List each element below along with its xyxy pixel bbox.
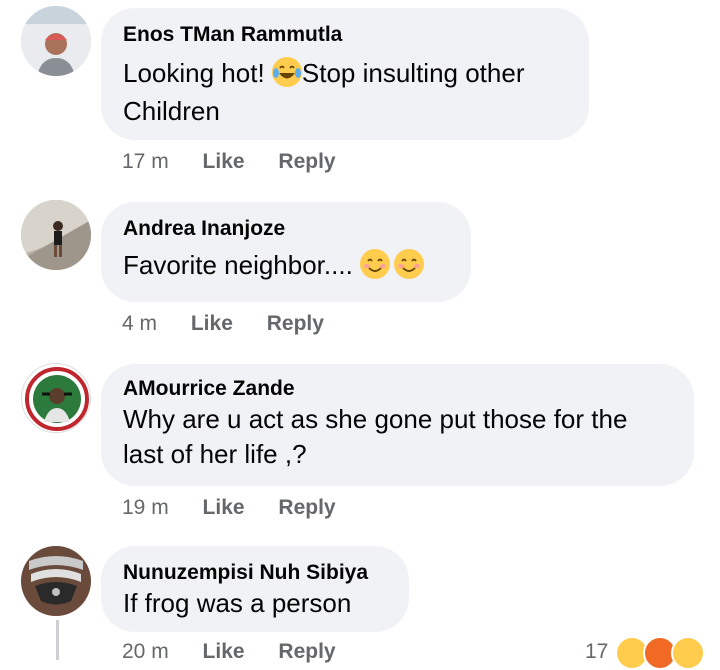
comment-author[interactable]: Enos TMan Rammutla <box>123 22 567 48</box>
comment-text-part: Children <box>123 96 220 126</box>
laughing-reaction-icon <box>671 636 705 670</box>
thread-line <box>56 620 59 660</box>
smiling-face-emoji-icon <box>394 249 425 279</box>
comment-time[interactable]: 19 m <box>122 496 169 520</box>
smiling-face-emoji-icon <box>360 249 391 279</box>
comment-actions: 17 m Like Reply <box>122 150 364 174</box>
like-button[interactable]: Like <box>203 150 245 174</box>
comment-bubble: Andrea Inanjoze Favorite neighbor.... <box>101 202 471 302</box>
comment-text-part: Looking hot! <box>123 58 272 88</box>
avatar[interactable] <box>21 546 91 616</box>
comment-text-part: Why are u act as she gone put those for … <box>123 404 628 434</box>
reply-button[interactable]: Reply <box>278 150 335 174</box>
reply-button[interactable]: Reply <box>278 640 335 664</box>
avatar[interactable] <box>21 6 91 76</box>
tears-of-joy-emoji-icon <box>271 57 302 87</box>
avatar[interactable] <box>21 363 91 433</box>
avatar[interactable] <box>21 200 91 270</box>
comment-text: If frog was a person <box>123 588 352 618</box>
comment-actions: 4 m Like Reply <box>122 312 352 336</box>
comment-text-part: last of her life ,? <box>123 439 307 469</box>
comment-text: Why are u act as she gone put those for … <box>123 402 672 472</box>
comment-text-part: Stop insulting other <box>301 58 525 88</box>
comment-author[interactable]: AMourrice Zande <box>123 376 672 402</box>
like-button[interactable]: Like <box>203 496 245 520</box>
comment-time[interactable]: 20 m <box>122 640 169 664</box>
comment-text-part: Favorite neighbor.... <box>123 250 361 280</box>
comment-author[interactable]: Nunuzempisi Nuh Sibiya <box>123 560 387 586</box>
comment-actions: 19 m Like Reply <box>122 496 364 520</box>
comment-text: Favorite neighbor.... <box>123 246 449 284</box>
like-button[interactable]: Like <box>203 640 245 664</box>
like-button[interactable]: Like <box>191 312 233 336</box>
comment-actions: 20 m Like Reply <box>122 640 364 664</box>
comment-time[interactable]: 17 m <box>122 150 169 174</box>
comment-bubble: AMourrice Zande Why are u act as she gon… <box>101 364 694 486</box>
reply-button[interactable]: Reply <box>267 312 324 336</box>
comment-bubble: Nunuzempisi Nuh Sibiya If frog was a per… <box>101 546 409 632</box>
comment-author[interactable]: Andrea Inanjoze <box>123 216 449 242</box>
comment-time[interactable]: 4 m <box>122 312 157 336</box>
comment-bubble: Enos TMan Rammutla Looking hot! Stop ins… <box>101 8 589 140</box>
reply-button[interactable]: Reply <box>278 496 335 520</box>
reaction-count: 17 <box>585 640 609 663</box>
comment-text: Looking hot! Stop insulting other Childr… <box>123 54 567 130</box>
